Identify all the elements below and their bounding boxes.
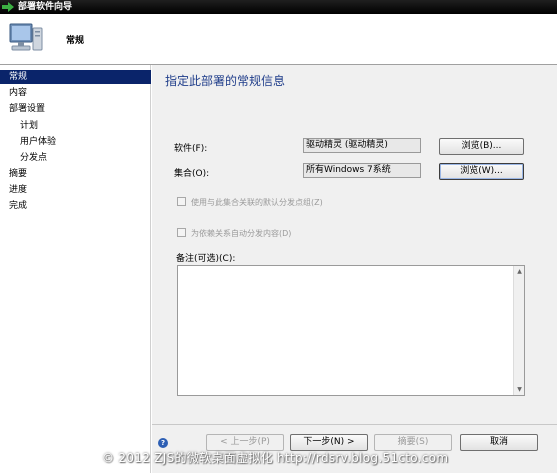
wizard-arrow-icon <box>2 2 14 12</box>
wizard-content: 指定此部署的常规信息 软件(F): 驱动精灵 (驱动精灵) 浏览(B)... 集… <box>152 65 557 424</box>
computer-icon <box>9 23 43 51</box>
auto-dependencies-label: 为依赖关系自动分发内容(D) <box>191 229 292 238</box>
browse-collection-button[interactable]: 浏览(W)... <box>439 163 524 180</box>
notes-label: 备注(可选)(C): <box>176 254 236 264</box>
nav-item-user-experience[interactable]: 用户体验 <box>0 135 151 149</box>
nav-item-general[interactable]: 常规 <box>0 70 151 84</box>
nav-item-distribution-points[interactable]: 分发点 <box>0 151 151 165</box>
help-icon[interactable]: ? <box>158 438 168 448</box>
page-title: 常规 <box>66 36 85 46</box>
default-dp-label: 使用与此集合关联的默认分发点组(Z) <box>191 198 323 207</box>
collection-field[interactable]: 所有Windows 7系统 <box>303 163 421 178</box>
nav-item-completion[interactable]: 完成 <box>0 199 151 213</box>
auto-dependencies-checkbox[interactable] <box>177 228 186 237</box>
window-title: 部署软件向导 <box>18 2 73 12</box>
browse-software-button[interactable]: 浏览(B)... <box>439 138 524 155</box>
default-dp-checkbox[interactable] <box>177 197 186 206</box>
scroll-down-icon[interactable]: ▼ <box>515 385 524 394</box>
cancel-button[interactable]: 取消 <box>460 434 538 451</box>
nav-item-schedule[interactable]: 计划 <box>0 119 151 133</box>
collection-label: 集合(O): <box>174 169 210 179</box>
nav-item-summary[interactable]: 摘要 <box>0 167 151 181</box>
nav-item-progress[interactable]: 进度 <box>0 183 151 197</box>
software-label: 软件(F): <box>174 144 208 154</box>
window-titlebar[interactable]: 部署软件向导 <box>0 0 557 14</box>
wizard-header: 常规 <box>0 14 557 64</box>
notes-textarea[interactable]: ▲ ▼ <box>177 265 525 396</box>
wizard-nav: 常规 内容 部署设置 计划 用户体验 分发点 摘要 进度 完成 <box>0 65 151 473</box>
content-heading: 指定此部署的常规信息 <box>165 74 286 88</box>
nav-item-content[interactable]: 内容 <box>0 86 151 100</box>
watermark: © 2012 ZJS的微软桌面虚拟化 http://rdsrv.blog.51c… <box>102 451 449 465</box>
notes-scrollbar[interactable]: ▲ ▼ <box>513 266 524 395</box>
nav-item-deployment-settings[interactable]: 部署设置 <box>0 102 151 116</box>
scroll-up-icon[interactable]: ▲ <box>515 267 524 276</box>
software-field[interactable]: 驱动精灵 (驱动精灵) <box>303 138 421 153</box>
